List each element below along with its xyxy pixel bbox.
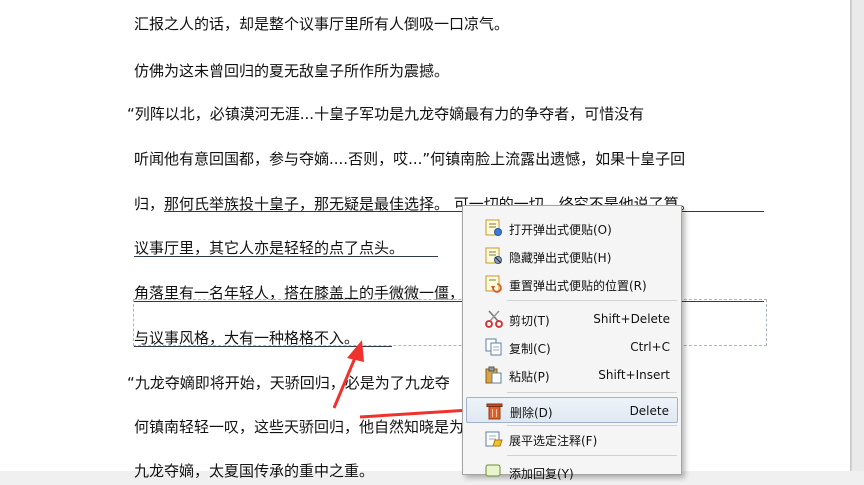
menu-item-open-popup-note[interactable]: 打开弹出式便贴(O)	[466, 215, 678, 241]
menu-item-reset-popup-position[interactable]: 重置弹出式便贴的位置(R)	[466, 271, 678, 297]
flatten-icon	[484, 430, 504, 448]
menu-item-label: 展平选定注释(F)	[509, 434, 598, 448]
menu-item-label: 粘贴(P)	[509, 370, 550, 384]
paste-icon	[484, 366, 504, 384]
menu-item-label: 复制(C)	[509, 342, 551, 356]
menu-item-label: 删除(D)	[510, 406, 553, 420]
menu-item-flatten-annotation[interactable]: 展平选定注释(F)	[466, 426, 678, 452]
menu-item-label: 添加回复(Y)	[509, 467, 574, 481]
menu-item-shortcut: Delete	[629, 404, 669, 418]
context-menu: 打开弹出式便贴(O) 隐藏弹出式便贴(H) 重置弹出式便贴的位置(R) 剪切(T…	[462, 205, 682, 481]
red-arrow-annotations	[332, 340, 490, 419]
reply-icon	[484, 463, 504, 481]
menu-item-copy[interactable]: 复制(C) Ctrl+C	[466, 334, 678, 360]
menu-item-cut[interactable]: 剪切(T) Shift+Delete	[466, 306, 678, 332]
menu-item-paste[interactable]: 粘贴(P) Shift+Insert	[466, 362, 678, 388]
trash-icon	[485, 402, 505, 420]
arrow-line	[332, 352, 359, 409]
menu-item-shortcut: Shift+Insert	[598, 368, 670, 382]
note-hide-icon	[484, 247, 504, 265]
menu-item-shortcut: Ctrl+C	[630, 340, 670, 354]
menu-separator	[507, 300, 677, 301]
menu-item-add-reply[interactable]: 添加回复(Y)	[466, 459, 678, 485]
menu-item-label: 打开弹出式便贴(O)	[509, 223, 612, 237]
menu-item-label: 隐藏弹出式便贴(H)	[509, 251, 612, 265]
menu-item-shortcut: Shift+Delete	[593, 312, 670, 326]
copy-icon	[484, 338, 504, 356]
arrow-line	[359, 408, 471, 419]
menu-item-delete[interactable]: 删除(D) Delete	[466, 397, 678, 423]
scissors-icon	[484, 310, 504, 328]
note-open-icon	[484, 219, 504, 237]
note-reset-icon	[484, 275, 504, 293]
menu-separator	[507, 392, 677, 393]
arrow-head	[347, 340, 364, 362]
menu-separator	[507, 455, 677, 456]
menu-item-label: 剪切(T)	[509, 314, 550, 328]
menu-item-hide-popup-note[interactable]: 隐藏弹出式便贴(H)	[466, 243, 678, 269]
menu-item-label: 重置弹出式便贴的位置(R)	[509, 279, 647, 293]
